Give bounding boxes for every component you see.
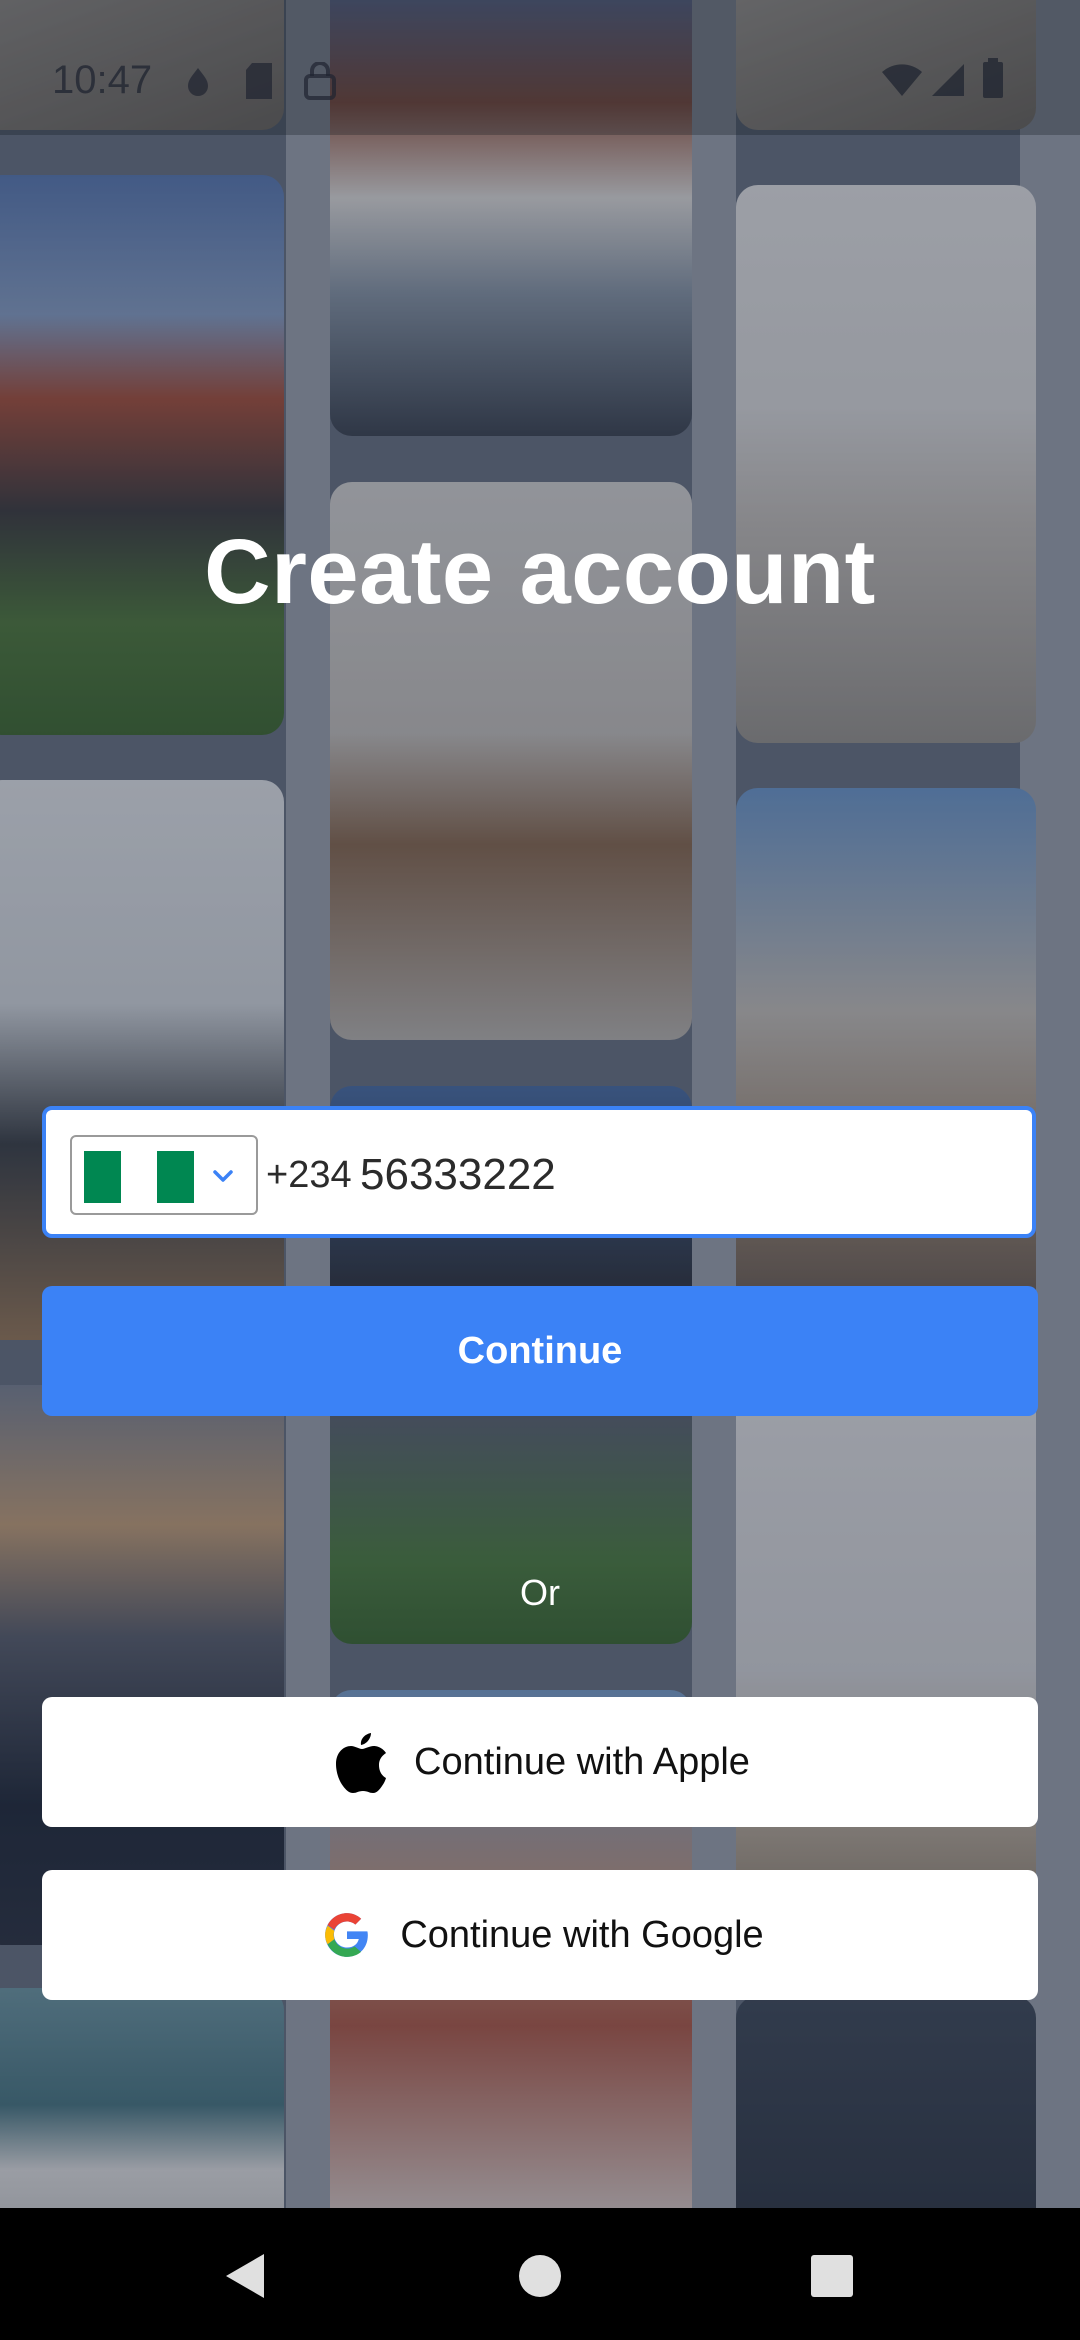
phone-number-input[interactable] — [360, 1140, 1000, 1210]
country-selector[interactable] — [70, 1135, 258, 1215]
vpn-icon — [304, 62, 336, 100]
home-icon[interactable] — [510, 2246, 570, 2306]
sim-card-icon — [246, 63, 272, 99]
or-divider: Or — [520, 1572, 560, 1613]
continue-with-apple-button[interactable]: Continue with Apple — [42, 1697, 1038, 1827]
navigation-bar — [0, 2208, 1080, 2340]
nigeria-flag-icon — [84, 1151, 195, 1203]
chevron-down-icon — [213, 1170, 233, 1182]
continue-with-apple-label: Continue with Apple — [414, 1740, 750, 1783]
page-title: Create account — [204, 521, 876, 623]
battery-icon — [983, 58, 1003, 98]
continue-button-label: Continue — [457, 1329, 623, 1372]
continue-button[interactable]: Continue — [42, 1286, 1038, 1416]
recents-icon[interactable] — [802, 2246, 862, 2306]
phone-field[interactable]: +234 — [42, 1106, 1036, 1238]
dial-code: +234 — [266, 1154, 352, 1196]
back-icon[interactable] — [214, 2246, 274, 2306]
signal-icon — [932, 64, 964, 96]
apple-icon — [330, 1731, 392, 1793]
continue-with-google-label: Continue with Google — [400, 1913, 764, 1956]
wifi-icon — [882, 64, 922, 96]
status-time: 10:47 — [52, 58, 153, 102]
google-icon — [316, 1904, 378, 1966]
status-bar: 10:47 — [0, 0, 1080, 135]
continue-with-google-button[interactable]: Continue with Google — [42, 1870, 1038, 2000]
notification-icon — [188, 68, 208, 96]
